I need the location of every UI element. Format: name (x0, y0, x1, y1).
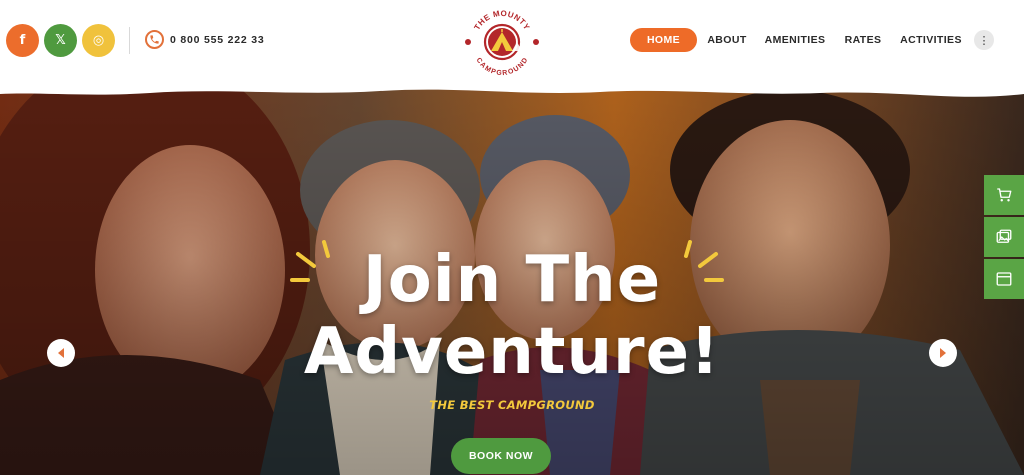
nav-about[interactable]: ABOUT (706, 28, 748, 52)
nav-rates[interactable]: RATES (845, 28, 881, 52)
side-gallery-button[interactable] (984, 217, 1024, 257)
hero-headline-line-2: Adventure! (303, 315, 721, 389)
side-window-button[interactable] (984, 259, 1024, 299)
phone-icon (145, 30, 164, 49)
nav-activities[interactable]: ACTIVITIES (900, 28, 962, 52)
slider-next-button[interactable] (929, 339, 957, 367)
hero-top-wave (0, 80, 1024, 97)
window-icon (996, 272, 1012, 286)
x-icon[interactable]: 𝕏 (44, 24, 77, 57)
more-menu-button[interactable]: ⋮ (974, 30, 994, 50)
hero-slider: Join The Adventure! THE BEST CAMPGROUND … (0, 80, 1024, 475)
facebook-icon[interactable]: f (6, 24, 39, 57)
nav-amenities[interactable]: AMENITIES (764, 28, 826, 52)
side-cart-button[interactable] (984, 175, 1024, 215)
hero-tagline: THE BEST CAMPGROUND (429, 398, 595, 412)
gallery-icon (996, 229, 1012, 243)
hero-headline-line-1: Join The (362, 243, 662, 317)
site-header: f 𝕏 ◎ 0 800 555 222 33 THE MOUNTY CAMPGR… (0, 0, 1024, 80)
book-now-button[interactable]: BOOK NOW (451, 438, 551, 474)
chevron-right-icon (940, 348, 946, 358)
instagram-icon[interactable]: ◎ (82, 24, 115, 57)
nav-home[interactable]: HOME (630, 28, 697, 52)
phone-number[interactable]: 0 800 555 222 33 (170, 34, 265, 46)
header-divider (129, 27, 130, 54)
chevron-left-icon (58, 348, 64, 358)
cart-icon (997, 188, 1012, 202)
slider-prev-button[interactable] (47, 339, 75, 367)
campground-logo[interactable]: THE MOUNTY CAMPGROUND (462, 2, 542, 77)
